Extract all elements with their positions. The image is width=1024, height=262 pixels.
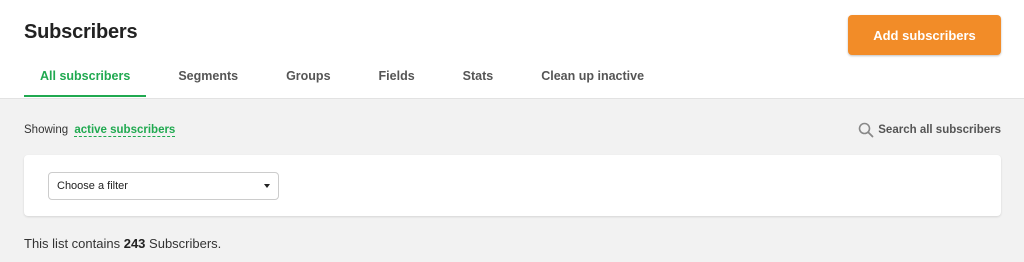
search-all-subscribers[interactable]: Search all subscribers — [858, 122, 1001, 138]
active-subscribers-link[interactable]: active subscribers — [74, 124, 176, 137]
summary-suffix: Subscribers. — [149, 236, 222, 251]
tab-all-subscribers[interactable]: All subscribers — [24, 56, 147, 97]
filter-card: Choose a filter — [24, 155, 1001, 216]
filter-select-value: Choose a filter — [57, 180, 128, 192]
search-icon — [858, 122, 874, 138]
caret-down-icon — [264, 184, 270, 188]
search-label: Search all subscribers — [878, 124, 1001, 136]
subscriber-count: 243 — [123, 236, 146, 251]
tab-segments[interactable]: Segments — [162, 56, 254, 96]
tab-fields[interactable]: Fields — [363, 56, 431, 96]
add-subscribers-button[interactable]: Add subscribers — [848, 15, 1001, 55]
summary-prefix: This list contains — [24, 236, 121, 251]
showing-line: Showing active subscribers — [24, 124, 176, 137]
list-summary: This list contains 243 Subscribers. — [24, 236, 221, 251]
tab-groups[interactable]: Groups — [270, 56, 346, 96]
showing-prefix: Showing — [24, 124, 69, 136]
tab-clean-up-inactive[interactable]: Clean up inactive — [525, 56, 660, 96]
header: Subscribers Add subscribers All subscrib… — [0, 0, 1024, 99]
tab-bar: All subscribers Segments Groups Fields S… — [24, 56, 676, 98]
main-content: Showing active subscribers Search all su… — [0, 99, 1024, 262]
tab-stats[interactable]: Stats — [447, 56, 510, 96]
page-title: Subscribers — [24, 21, 138, 43]
filter-select[interactable]: Choose a filter — [48, 172, 279, 200]
